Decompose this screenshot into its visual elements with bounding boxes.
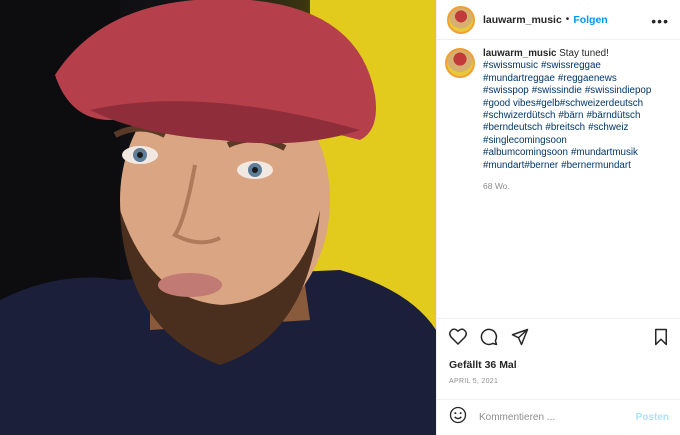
hashtag[interactable]: #mundartmusik [571,147,638,158]
hashtag[interactable]: #breitsch [545,122,585,133]
hashtag[interactable]: #bärndütsch [586,110,640,121]
smiley-icon[interactable] [449,406,467,429]
hashtag-list: #swissmusic #swissreggae #mundartreggae #r… [483,60,673,172]
hashtag[interactable]: #bernermundart [561,160,631,171]
hashtag[interactable]: #swissindie [532,85,582,96]
hashtag[interactable]: #mundartreggae [483,73,555,84]
avatar[interactable] [447,5,475,34]
share-icon[interactable] [511,328,529,346]
hashtag[interactable]: #swissreggae [541,60,601,71]
post-side-panel: lauwarm_music • Folgen ••• lauwarm_music… [436,0,680,435]
hashtag[interactable]: #swisspop [483,85,529,96]
username-link[interactable]: lauwarm_music [483,14,562,26]
caption-text: Stay tuned! [559,48,609,59]
post-header: lauwarm_music • Folgen ••• [437,0,680,40]
more-options-icon[interactable]: ••• [651,13,669,29]
time-ago[interactable]: 68 Wo. [483,180,673,192]
hashtag[interactable]: #reggaenews [558,73,617,84]
comment-bar: Posten [437,399,680,435]
heart-icon[interactable] [449,328,467,346]
hashtag[interactable]: #schweiz [588,122,628,133]
hashtag[interactable]: #albumcomingsoon [483,147,568,158]
hashtag[interactable]: #swissmusic [483,60,538,71]
post-photo[interactable] [0,0,436,435]
hashtag[interactable]: #bärn [558,110,583,121]
comment-icon[interactable] [480,328,498,346]
caption-avatar[interactable] [445,48,475,78]
caption-body: lauwarm_music Stay tuned! #swissmusic #sw… [483,48,673,192]
caption: lauwarm_music Stay tuned! #swissmusic #sw… [445,48,677,192]
likes-count[interactable]: Gefällt 36 Mal [449,359,517,371]
bookmark-icon[interactable] [653,328,669,346]
post-date[interactable]: APRIL 5, 2021 [449,378,498,385]
action-icons [449,328,529,346]
hashtag[interactable]: #swissindiepop [585,85,651,96]
hashtag[interactable]: #berndeutsch [483,122,542,133]
comment-input[interactable] [479,412,629,423]
hashtag[interactable]: #schwizerdütsch [483,110,555,121]
hashtag[interactable]: #mundart#berner [483,160,558,171]
hashtag[interactable]: #singlecomingsoon [483,135,567,146]
hashtag[interactable]: #good vibes#gelb#schweizerdeutsch [483,98,643,109]
caption-username[interactable]: lauwarm_music [483,48,557,59]
portrait-illustration [0,0,436,435]
follow-button[interactable]: Folgen [573,14,607,26]
separator-dot: • [565,14,570,25]
post-comment-button[interactable]: Posten [636,412,669,423]
